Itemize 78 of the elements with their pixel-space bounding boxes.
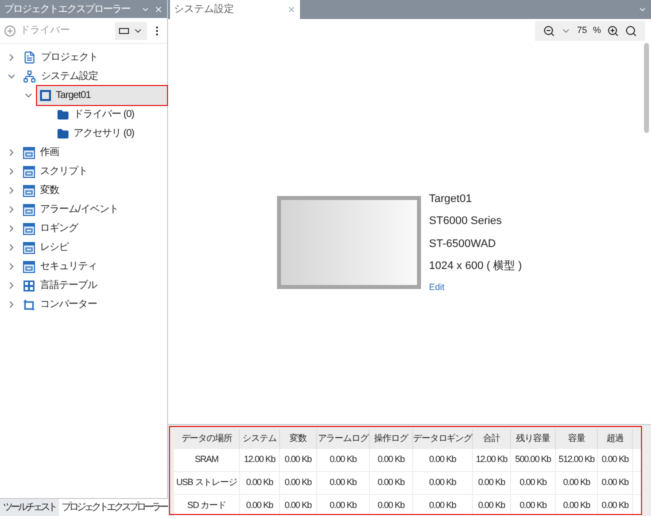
table-cell: 12.00 Kb (240, 449, 280, 471)
table-cell: 0.00 Kb (598, 449, 633, 471)
device-name: Target01 (429, 192, 473, 207)
table-cell: 0.00 Kb (240, 472, 280, 494)
zoom-in-icon[interactable] (607, 25, 619, 37)
panel-tab[interactable]: プロジェクトエクスプローラー (58, 499, 170, 516)
tree-item[interactable]: レシピ (20, 238, 72, 257)
window-icon (23, 146, 35, 158)
square-icon (40, 90, 51, 101)
table-cell: USB ストレージ (174, 472, 240, 494)
window-icon (23, 260, 35, 272)
zoom-fit-icon[interactable] (625, 25, 637, 37)
device-model: ST-6500WAD (429, 236, 497, 252)
window-icon (23, 222, 35, 234)
table-cell: SRAM (174, 449, 240, 471)
table-cell: 0.00 Kb (317, 495, 370, 516)
convert-icon (23, 298, 35, 310)
device-resolution: 1024 x 600 ( 横型 ) (429, 259, 522, 274)
zoom-unit: % (592, 24, 601, 38)
panel-tab[interactable]: ツールチェスト (0, 499, 58, 516)
tree-item[interactable]: ドライバー (0) (54, 105, 138, 124)
table-cell: 0.00 Kb (370, 449, 413, 471)
table-cell: 0.00 Kb (370, 472, 413, 494)
device-series: ST6000 Series (429, 214, 503, 230)
tree-item[interactable]: 言語テーブル (20, 276, 101, 295)
zoom-value[interactable]: 75 (576, 24, 587, 38)
folder-icon (56, 108, 69, 120)
grid-icon (23, 280, 35, 292)
table-cell: 0.00 Kb (413, 495, 473, 516)
table-cell: 0.00 Kb (317, 449, 370, 471)
table-cell: 512.00 Kb (556, 449, 598, 471)
page-icon (23, 51, 36, 64)
document-tab[interactable]: システム設定 (170, 0, 300, 19)
tree-item[interactable]: セキュリティ (20, 257, 101, 276)
window-icon (23, 242, 35, 254)
tree-item[interactable]: コンバーター (20, 295, 101, 314)
table-cell: 0.00 Kb (280, 495, 317, 516)
tree-item[interactable]: Target01 (36, 86, 167, 105)
table-cell: 0.00 Kb (317, 472, 370, 494)
table-cell: 0.00 Kb (473, 495, 511, 516)
tree-item[interactable]: アラーム/イベント (20, 200, 122, 219)
table-cell: 0.00 Kb (598, 472, 633, 494)
network-icon (23, 70, 36, 83)
table-cell: 0.00 Kb (370, 495, 413, 516)
edit-link[interactable]: Edit (429, 280, 522, 294)
tree-item[interactable]: プロジェクト (20, 48, 102, 67)
folder-icon (56, 128, 69, 140)
scrollbar[interactable] (644, 43, 649, 133)
table-cell: 0.00 Kb (511, 472, 556, 494)
table-cell: SD カード (174, 495, 240, 516)
table-cell: 0.00 Kb (413, 449, 473, 471)
table-cell: 0.00 Kb (556, 495, 598, 516)
table-cell: 0.00 Kb (240, 495, 280, 516)
close-icon[interactable] (287, 5, 296, 14)
table-cell: 0.00 Kb (511, 495, 556, 516)
table-cell: 0.00 Kb (280, 472, 317, 494)
table-cell: 0.00 Kb (280, 449, 317, 471)
table-cell: 500.00 Kb (511, 449, 556, 471)
table-cell: 12.00 Kb (473, 449, 511, 471)
tree-item[interactable]: ロギング (20, 219, 82, 238)
table-cell: 0.00 Kb (473, 472, 511, 494)
tree-item[interactable]: スクリプト (20, 162, 92, 181)
zoom-out-icon[interactable] (542, 25, 555, 37)
table-cell: 0.00 Kb (413, 472, 473, 494)
tree-item[interactable]: 変数 (20, 181, 63, 200)
rectangle-icon (119, 28, 129, 34)
tree-item[interactable]: アクセサリ (0) (54, 124, 138, 143)
dropdown-icon[interactable] (638, 5, 647, 14)
tree-item[interactable]: システム設定 (20, 67, 102, 86)
table-cell: 0.00 Kb (556, 472, 598, 494)
panel-title: プロジェクトエクスプローラー (4, 2, 132, 16)
table-cell: 0.00 Kb (598, 495, 633, 516)
window-icon (23, 166, 35, 178)
window-icon (23, 204, 35, 216)
view-dropdown[interactable] (115, 22, 147, 40)
window-icon (23, 184, 35, 196)
tree-item[interactable]: 作画 (20, 143, 63, 162)
add-icon (4, 24, 16, 36)
